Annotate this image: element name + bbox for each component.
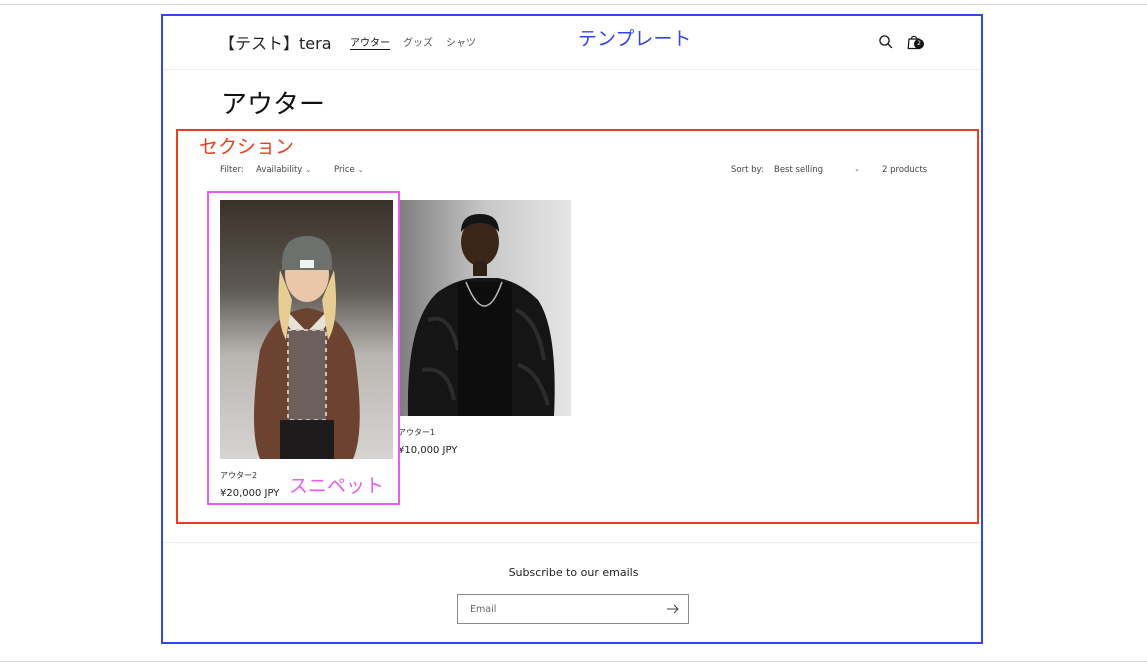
snippet-annotation-frame [207, 191, 400, 505]
search-icon[interactable] [877, 33, 895, 51]
nav-item-goods[interactable]: グッズ [403, 34, 433, 49]
filter-price-label: Price [334, 165, 355, 175]
bottom-border [0, 661, 1147, 662]
sort-label: Sort by: [731, 165, 764, 175]
filter-availability-label: Availability [256, 165, 303, 175]
filter-price[interactable]: Price ⌄ [334, 165, 364, 175]
top-border [0, 4, 1147, 5]
nav-item-shirts[interactable]: シャツ [446, 34, 476, 49]
filter-label: Filter: [220, 165, 244, 175]
email-field[interactable] [470, 595, 660, 623]
chevron-down-icon: ⌄ [305, 166, 312, 174]
footer-divider [163, 542, 981, 543]
filter-availability[interactable]: Availability ⌄ [256, 165, 311, 175]
product-photo-man-puffer [398, 200, 571, 416]
product-count: 2 products [882, 165, 928, 175]
arrow-right-icon[interactable] [666, 603, 680, 615]
page-title: アウター [221, 90, 326, 120]
newsletter-title: Subscribe to our emails [508, 566, 639, 579]
product-price: ¥10,000 JPY [398, 445, 458, 456]
nav-item-outer[interactable]: アウター [350, 34, 390, 49]
snippet-annotation-label: スニペット [289, 475, 385, 497]
chevron-down-icon: ⌄ [357, 166, 364, 174]
section-annotation-label: セクション [199, 136, 295, 158]
product-image-outer-1[interactable] [398, 200, 571, 416]
product-title[interactable]: アウター1 [398, 427, 435, 438]
chevron-down-icon: ⌄ [854, 165, 860, 173]
cart-count-badge: 2 [914, 39, 924, 49]
store-logo[interactable]: 【テスト】tera [219, 30, 332, 54]
header-divider [163, 69, 981, 70]
sort-value: Best selling [774, 165, 824, 175]
newsletter-form [457, 594, 689, 624]
template-annotation-label: テンプレート [578, 28, 692, 50]
sort-select[interactable]: Best selling ⌄ [774, 165, 862, 175]
